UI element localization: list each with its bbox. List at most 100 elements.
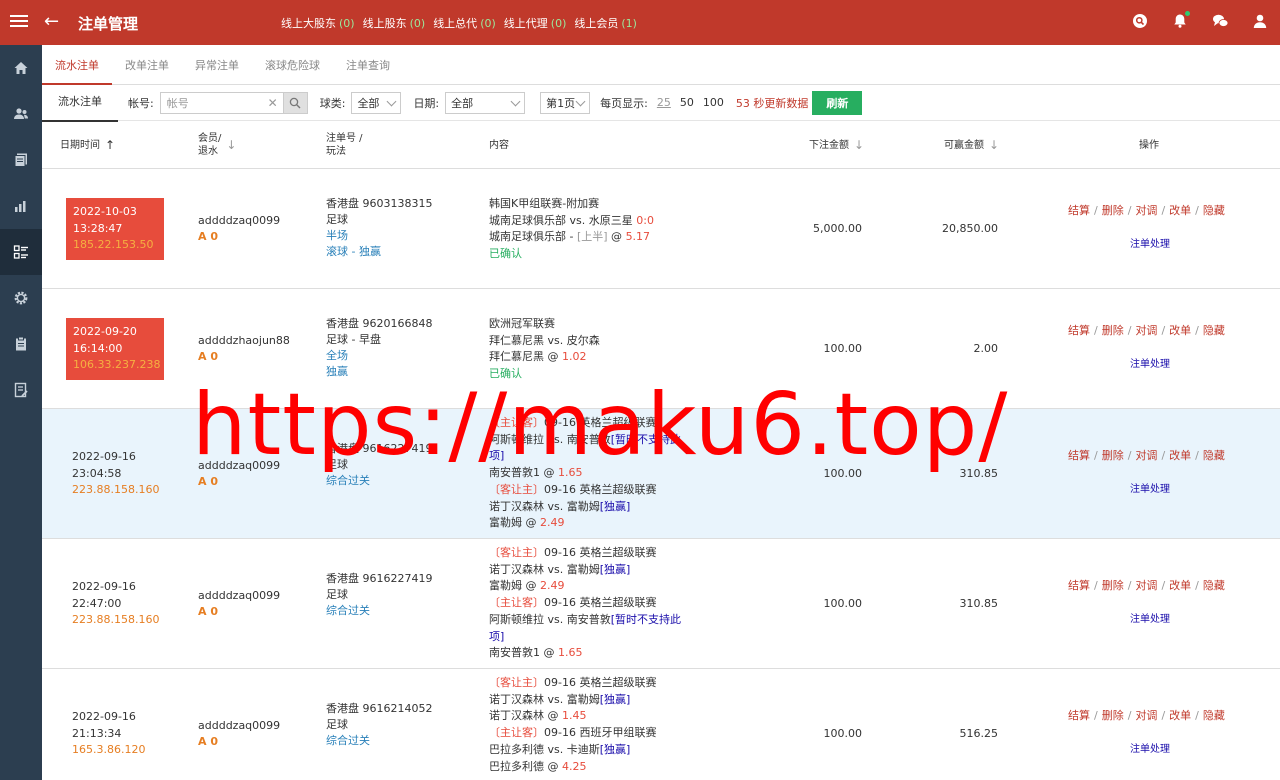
pick-team: 南安普敦1 @ — [489, 646, 558, 660]
member-name[interactable]: addddzaq0099 — [198, 718, 280, 734]
user-icon[interactable] — [1252, 13, 1270, 31]
nav-item-member[interactable]: 线上会员 (1) — [574, 15, 637, 31]
sort-down-icon[interactable]: ↓ — [989, 138, 999, 152]
delete-button[interactable]: 删除 — [1102, 449, 1124, 462]
col-member[interactable]: 会员/退水 ↓ — [198, 121, 236, 169]
col-stake[interactable]: 下注金额 ↓ — [809, 121, 864, 169]
play-type[interactable]: 综合过关 — [326, 473, 432, 489]
delete-button[interactable]: 删除 — [1102, 204, 1124, 217]
row-actions: 结算 / 删除 / 对调 / 改单 / 隐藏 — [1068, 708, 1225, 724]
hide-button[interactable]: 隐藏 — [1203, 204, 1225, 217]
bet-type[interactable]: 独赢 — [326, 364, 432, 380]
page-select[interactable]: 第1页 — [540, 91, 591, 114]
menu-icon[interactable] — [10, 12, 28, 32]
play-type[interactable]: 全场 — [326, 348, 432, 364]
delete-button[interactable]: 删除 — [1102, 324, 1124, 337]
settle-button[interactable]: 结算 — [1068, 204, 1090, 217]
search-button[interactable] — [283, 91, 308, 114]
settle-button[interactable]: 结算 — [1068, 579, 1090, 592]
settings-icon[interactable] — [0, 275, 42, 321]
users-icon[interactable] — [0, 91, 42, 137]
nav-item-general-agent[interactable]: 线上总代 (0) — [433, 15, 496, 31]
refresh-button[interactable]: 刷新 — [812, 90, 863, 115]
ball-type-select[interactable]: 全部 — [351, 91, 402, 114]
swap-button[interactable]: 对调 — [1135, 579, 1157, 592]
separator: / — [1127, 579, 1132, 592]
separator: / — [1195, 324, 1199, 337]
bell-icon[interactable] — [1172, 11, 1190, 31]
play-type[interactable]: 半场 — [326, 228, 432, 244]
play-type[interactable]: 综合过关 — [326, 603, 432, 619]
process-bet-link[interactable]: 注单处理 — [1130, 237, 1170, 253]
bet-list-icon[interactable] — [0, 229, 42, 275]
modify-button[interactable]: 改单 — [1169, 579, 1191, 592]
modify-button[interactable]: 改单 — [1169, 204, 1191, 217]
sort-down-icon[interactable]: ↓ — [854, 138, 864, 152]
swap-button[interactable]: 对调 — [1135, 449, 1157, 462]
per-page-50[interactable]: 50 — [680, 96, 694, 109]
winnable-amount: 310.85 — [959, 597, 999, 610]
sort-down-icon[interactable]: ↓ — [226, 138, 236, 152]
hide-button[interactable]: 隐藏 — [1203, 579, 1225, 592]
col-winnable[interactable]: 可赢金额 ↓ — [944, 121, 999, 169]
settle-button[interactable]: 结算 — [1068, 709, 1090, 722]
swap-button[interactable]: 对调 — [1135, 204, 1157, 217]
hide-button[interactable]: 隐藏 — [1203, 709, 1225, 722]
delete-button[interactable]: 删除 — [1102, 709, 1124, 722]
settle-button[interactable]: 结算 — [1068, 449, 1090, 462]
rebate-grade: A 0 — [198, 605, 218, 618]
member-name[interactable]: addddzaq0099 — [198, 458, 280, 474]
col-datetime[interactable]: 日期时间 ↑ — [60, 121, 115, 169]
process-bet-link[interactable]: 注单处理 — [1130, 612, 1170, 628]
modify-button[interactable]: 改单 — [1169, 324, 1191, 337]
report-icon[interactable] — [0, 367, 42, 413]
nav-item-top-shareholder[interactable]: 线上大股东 (0) — [281, 15, 355, 31]
sub-tab-flow-bets[interactable]: 流水注单 — [42, 84, 118, 122]
documents-icon[interactable] — [0, 137, 42, 183]
tab-flow-bets[interactable]: 流水注单 — [42, 45, 112, 85]
clear-icon[interactable]: ✕ — [268, 96, 278, 110]
winnable-amount: 516.25 — [959, 727, 999, 740]
leg-match: 诺丁汉森林 vs. 富勒姆[独赢] — [489, 692, 709, 709]
clipboard-icon[interactable] — [0, 321, 42, 367]
match-teams: 诺丁汉森林 vs. 富勒姆 — [489, 562, 600, 576]
per-page-25[interactable]: 25 — [657, 96, 671, 109]
bar-chart-icon[interactable] — [0, 183, 42, 229]
modify-button[interactable]: 改单 — [1169, 709, 1191, 722]
member-name[interactable]: addddzhaojun88 — [198, 333, 290, 349]
date-select[interactable]: 全部 — [445, 91, 526, 114]
tab-live-danger[interactable]: 滚球危险球 — [252, 45, 333, 84]
process-bet-link[interactable]: 注单处理 — [1130, 357, 1170, 373]
odds: 4.25 — [562, 759, 587, 773]
tab-bet-query[interactable]: 注单查询 — [333, 45, 403, 84]
nav-item-agent[interactable]: 线上代理 (0) — [504, 15, 567, 31]
home-icon[interactable] — [0, 45, 42, 91]
account-input[interactable]: 帐号 ✕ — [159, 91, 284, 114]
chat-icon[interactable] — [1212, 13, 1230, 31]
sort-up-icon[interactable]: ↑ — [105, 138, 115, 152]
play-type[interactable]: 综合过关 — [326, 733, 432, 749]
league-name: 09-16 西班牙甲组联赛 — [544, 726, 657, 740]
winnable-amount: 20,850.00 — [942, 222, 998, 235]
back-arrow-icon[interactable]: ← — [44, 10, 59, 34]
tab-abnormal-bets[interactable]: 异常注单 — [182, 45, 252, 84]
match-teams: 阿斯顿维拉 vs. 南安普敦 — [489, 612, 611, 626]
swap-button[interactable]: 对调 — [1135, 324, 1157, 337]
member-name[interactable]: addddzaq0099 — [198, 588, 280, 604]
process-bet-link[interactable]: 注单处理 — [1130, 742, 1170, 758]
table-row: 2022-09-16 22:47:00 223.88.158.160 addddzaq… — [42, 539, 1280, 669]
tab-modified-bets[interactable]: 改单注单 — [112, 45, 182, 84]
per-page-100[interactable]: 100 — [703, 96, 724, 109]
hide-button[interactable]: 隐藏 — [1203, 449, 1225, 462]
hide-button[interactable]: 隐藏 — [1203, 324, 1225, 337]
bet-type[interactable]: 滚球 - 独赢 — [326, 244, 432, 260]
member-name[interactable]: addddzaq0099 — [198, 213, 280, 229]
delete-button[interactable]: 删除 — [1102, 579, 1124, 592]
settle-button[interactable]: 结算 — [1068, 324, 1090, 337]
nav-item-shareholder[interactable]: 线上股东 (0) — [363, 15, 426, 31]
modify-button[interactable]: 改单 — [1169, 449, 1191, 462]
bet-date: 2022-09-16 — [72, 450, 136, 463]
search-icon[interactable] — [1132, 13, 1150, 31]
swap-button[interactable]: 对调 — [1135, 709, 1157, 722]
process-bet-link[interactable]: 注单处理 — [1130, 482, 1170, 498]
